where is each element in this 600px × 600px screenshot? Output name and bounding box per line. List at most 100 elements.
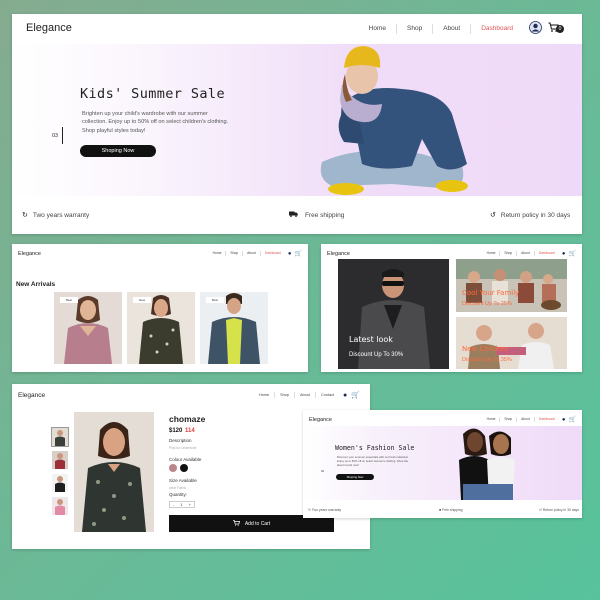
product-card[interactable]: Best bbox=[200, 292, 268, 364]
cart-icon bbox=[232, 519, 240, 528]
nav-shop[interactable]: Shop bbox=[275, 392, 296, 398]
cart-icon[interactable]: 🛒 bbox=[569, 250, 576, 257]
kids-sale-screenshot: Elegance Home Shop About Dashboard 0 03 … bbox=[12, 14, 582, 234]
feature-warranty: ↻ Two years warranty bbox=[308, 508, 341, 512]
nav-about[interactable]: About bbox=[517, 251, 535, 256]
hero-models-photo bbox=[453, 426, 523, 500]
size-note: wear Fabric bbox=[169, 486, 187, 490]
feature-return-text: Return policy in 30 days bbox=[542, 508, 579, 512]
colour-label: Colour Available bbox=[169, 457, 202, 462]
product-tag: New bbox=[133, 297, 151, 303]
nav-contact[interactable]: Contact bbox=[316, 392, 339, 398]
hero-banner: 03 Kids' Summer Sale Brighten up your ch… bbox=[12, 44, 582, 196]
colour-swatch-black[interactable] bbox=[180, 464, 188, 472]
colour-swatch-pink[interactable] bbox=[169, 464, 177, 472]
quantity-decrease[interactable]: - bbox=[173, 502, 174, 507]
brand-logo[interactable]: Elegance bbox=[18, 251, 41, 257]
promo-tiles-screenshot: Elegance Home Shop About Dashboard ● 🛒 L… bbox=[321, 244, 582, 372]
feature-shipping-text: Free shipping bbox=[442, 508, 463, 512]
product-thumbnail[interactable] bbox=[52, 474, 68, 492]
promo-tile-latest-look[interactable]: Latest look Discount Up To 30% bbox=[338, 259, 449, 369]
nav-about[interactable]: About bbox=[433, 24, 472, 34]
tile-title: New Children bbox=[462, 345, 509, 353]
description-text: Pink for Undertone bbox=[169, 446, 197, 450]
feature-warranty: ↻ Two years warranty bbox=[22, 211, 89, 219]
nav-home[interactable]: Home bbox=[254, 392, 276, 398]
size-label: Size Available bbox=[169, 478, 197, 483]
feature-shipping-text: Free shipping bbox=[304, 212, 345, 219]
price-original: $120 bbox=[169, 428, 183, 434]
brand-logo[interactable]: Elegance bbox=[26, 22, 72, 34]
feature-return: ↺ Return policy in 30 days bbox=[539, 508, 579, 512]
nav-about[interactable]: About bbox=[243, 251, 261, 256]
navbar: Elegance Home Shop About Dashboard 0 bbox=[12, 14, 582, 44]
features-bar: ↻ Two years warranty Free shipping ↺ Retur… bbox=[12, 196, 582, 234]
nav-menu: Home Shop About Dashboard ● 🛒 bbox=[209, 250, 302, 258]
nav-dashboard[interactable]: Dashboard bbox=[261, 251, 285, 256]
slide-number: 03 bbox=[52, 133, 59, 139]
nav-dashboard[interactable]: Dashboard bbox=[471, 24, 523, 34]
nav-home[interactable]: Home bbox=[483, 417, 501, 422]
add-to-cart-label: Add to Cart bbox=[244, 520, 271, 527]
nav-menu: Home Shop About Dashboard ● 🛒 bbox=[483, 250, 576, 258]
nav-dashboard[interactable]: Dashboard bbox=[535, 251, 559, 256]
feature-return-text: Return policy in 30 days bbox=[500, 212, 571, 219]
cart-icon[interactable]: 🛒 bbox=[295, 250, 302, 257]
cart-count-badge: 0 bbox=[556, 25, 564, 33]
brand-logo[interactable]: Elegance bbox=[18, 392, 45, 399]
product-thumbnail[interactable] bbox=[51, 427, 69, 447]
nav-menu: Home Shop About Contact ● 🛒 bbox=[254, 391, 360, 400]
nav-shop[interactable]: Shop bbox=[500, 417, 518, 422]
nav-home[interactable]: Home bbox=[483, 251, 501, 256]
navbar: Elegance Home Shop About Dashboard ● 🛒 bbox=[12, 244, 308, 264]
quantity-value: 1 bbox=[180, 502, 183, 507]
new-arrivals-screenshot: Elegance Home Shop About Dashboard ● 🛒 N… bbox=[12, 244, 308, 372]
nav-about[interactable]: About bbox=[517, 417, 535, 422]
nav-home[interactable]: Home bbox=[209, 251, 227, 256]
slide-indicator bbox=[62, 127, 63, 144]
hero-description: Discover your summer essentials with our… bbox=[337, 455, 409, 468]
product-card[interactable]: New bbox=[127, 292, 195, 364]
product-thumbnail[interactable] bbox=[52, 497, 68, 515]
nav-about[interactable]: About bbox=[295, 392, 316, 398]
womens-sale-screenshot: Elegance Home Shop About Dashboard ● 🛒 0… bbox=[303, 410, 582, 518]
product-name: chomaze bbox=[169, 414, 206, 424]
brand-logo[interactable]: Elegance bbox=[309, 417, 332, 423]
quantity-increase[interactable]: + bbox=[189, 502, 191, 507]
tile-title: Cool Your Family bbox=[462, 289, 520, 297]
product-thumbnail[interactable] bbox=[52, 451, 68, 469]
tile-title: Latest look bbox=[349, 335, 393, 344]
shop-now-button[interactable]: Shoping Now bbox=[336, 474, 374, 480]
brand-logo[interactable]: Elegance bbox=[327, 251, 350, 257]
nav-menu: Home Shop About Dashboard ● 🛒 bbox=[483, 416, 576, 424]
section-title: New Arrivals bbox=[16, 281, 56, 288]
quantity-stepper[interactable]: - 1 + bbox=[169, 501, 195, 508]
user-icon[interactable]: ● bbox=[562, 417, 566, 423]
shop-now-button[interactable]: Shoping Now bbox=[80, 145, 156, 157]
hero-model-photo bbox=[302, 44, 482, 196]
nav-dashboard[interactable]: Dashboard bbox=[535, 417, 559, 422]
nav-shop[interactable]: Shop bbox=[397, 24, 434, 34]
promo-tile-children[interactable]: New Children Discount Up To 35% bbox=[456, 317, 567, 369]
quantity-label: Quantity: bbox=[169, 492, 188, 497]
slide-number: 02 bbox=[321, 469, 325, 473]
promo-tile-family[interactable]: Cool Your Family Discount Up To 25% bbox=[456, 259, 567, 312]
product-card[interactable]: Best bbox=[54, 292, 122, 364]
nav-shop[interactable]: Shop bbox=[500, 251, 518, 256]
cart-icon[interactable]: 🛒 bbox=[351, 391, 360, 399]
user-icon[interactable]: ● bbox=[343, 392, 347, 399]
tile-subtitle: Discount Up To 30% bbox=[349, 352, 404, 358]
user-icon[interactable] bbox=[529, 21, 542, 37]
return-icon: ↺ bbox=[490, 212, 496, 219]
cart-icon[interactable]: 🛒 bbox=[569, 416, 576, 423]
feature-shipping: ■ Free shipping bbox=[439, 508, 463, 512]
price-sale: 114 bbox=[185, 428, 195, 434]
features-bar: ↻ Two years warranty ■ Free shipping ↺ R… bbox=[303, 500, 582, 518]
truck-icon bbox=[289, 211, 300, 219]
nav-shop[interactable]: Shop bbox=[226, 251, 244, 256]
feature-return: ↺ Return policy in 30 days bbox=[490, 211, 570, 219]
nav-home[interactable]: Home bbox=[359, 24, 397, 34]
user-icon[interactable]: ● bbox=[562, 251, 566, 257]
navbar: Elegance Home Shop About Contact ● 🛒 bbox=[12, 384, 370, 406]
user-icon[interactable]: ● bbox=[288, 251, 292, 257]
